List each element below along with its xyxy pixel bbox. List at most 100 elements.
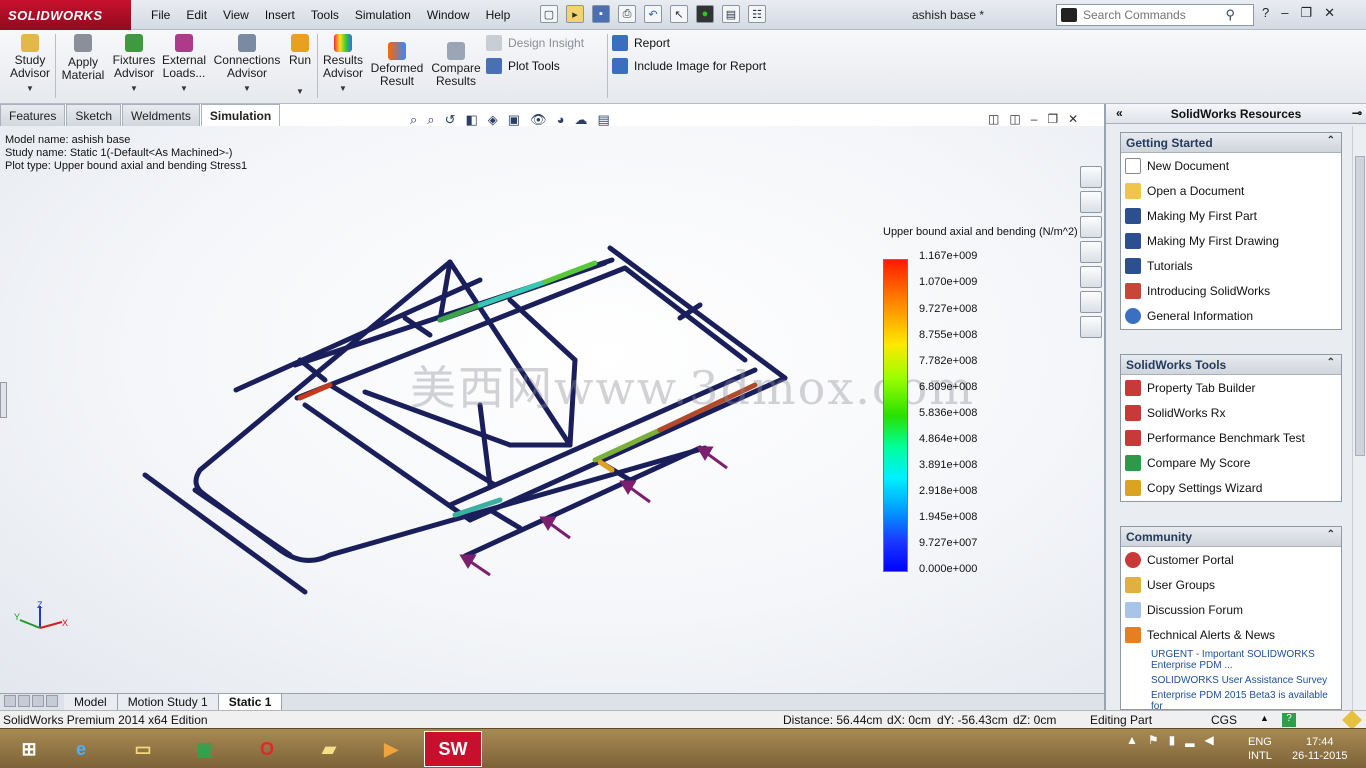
open-folder-icon[interactable]: ▸: [566, 5, 584, 23]
file-explorer-icon[interactable]: ▭: [114, 731, 172, 767]
last-tab-icon[interactable]: [46, 694, 58, 707]
restore-button[interactable]: ❐: [1300, 5, 1312, 21]
tab-sketch[interactable]: Sketch: [66, 104, 122, 126]
results-advisor-button[interactable]: Results Advisor ▼: [320, 34, 366, 95]
close-button[interactable]: ✕: [1324, 5, 1335, 21]
link-technical-alerts[interactable]: Technical Alerts & News: [1121, 622, 1341, 647]
rebuild-traffic-light-icon[interactable]: ●: [696, 5, 714, 23]
action-center-icon[interactable]: ⚑: [1148, 733, 1159, 747]
include-image-button[interactable]: Include Image for Report: [612, 58, 766, 74]
menu-tools[interactable]: Tools: [303, 8, 347, 22]
apply-material-button[interactable]: Apply Material: [60, 34, 106, 82]
opera-icon[interactable]: O: [238, 731, 296, 767]
report-button[interactable]: Report: [612, 35, 670, 51]
design-library-icon[interactable]: [1080, 216, 1102, 238]
network-icon[interactable]: ▂: [1185, 733, 1194, 747]
file-explorer-icon[interactable]: [1080, 241, 1102, 263]
search-icon[interactable]: ⚲: [1225, 7, 1235, 23]
plot-tools-button[interactable]: Plot Tools ▼: [486, 58, 620, 74]
undo-icon[interactable]: ↶: [644, 5, 662, 23]
new-document-icon[interactable]: ▢: [540, 5, 558, 23]
link-new-document[interactable]: New Document: [1121, 153, 1341, 178]
appearances-icon[interactable]: [1080, 291, 1102, 313]
viewport-close-button[interactable]: ✕: [1068, 112, 1078, 126]
fixtures-advisor-button[interactable]: Fixtures Advisor ▼: [110, 34, 158, 95]
link-property-tab-builder[interactable]: Property Tab Builder: [1121, 375, 1341, 400]
tab-weldments[interactable]: Weldments: [122, 104, 200, 126]
dropdown-arrow-icon[interactable]: ▼: [320, 82, 366, 95]
link-discussion-forum[interactable]: Discussion Forum: [1121, 597, 1341, 622]
file-properties-icon[interactable]: ▤: [722, 5, 740, 23]
task-pane-scrollbar[interactable]: [1352, 126, 1366, 710]
tray-expand-icon[interactable]: ▲: [1126, 733, 1138, 747]
design-insight-button[interactable]: Design Insight: [486, 35, 584, 51]
tab-model[interactable]: Model: [64, 693, 118, 711]
split-view-icon[interactable]: ◫: [988, 112, 999, 126]
link-first-drawing[interactable]: Making My First Drawing: [1121, 228, 1341, 253]
menu-view[interactable]: View: [215, 8, 257, 22]
news-link[interactable]: Enterprise PDM 2015 Beta3 is available f…: [1121, 688, 1341, 714]
link-user-groups[interactable]: User Groups: [1121, 572, 1341, 597]
collapse-icon[interactable]: ⌃: [1327, 529, 1335, 540]
search-input[interactable]: [1083, 8, 1223, 22]
collapse-icon[interactable]: ⌃: [1327, 357, 1335, 368]
windows-store-icon[interactable]: ▣: [176, 731, 234, 767]
compare-results-button[interactable]: Compare Results: [430, 34, 482, 88]
link-first-part[interactable]: Making My First Part: [1121, 203, 1341, 228]
search-commands-box[interactable]: ⚲: [1056, 4, 1254, 26]
link-introducing-solidworks[interactable]: Introducing SolidWorks: [1121, 278, 1341, 303]
resources-tab-icon[interactable]: [1080, 166, 1102, 188]
menu-simulation[interactable]: Simulation: [347, 8, 419, 22]
dropdown-arrow-icon[interactable]: ▼: [8, 82, 52, 95]
options-icon[interactable]: ☷: [748, 5, 766, 23]
system-clock[interactable]: 17:44 26-11-2015: [1292, 735, 1347, 763]
tab-static-study[interactable]: Static 1: [218, 693, 283, 711]
first-tab-icon[interactable]: [4, 694, 16, 707]
prev-tab-icon[interactable]: [18, 694, 30, 707]
run-button[interactable]: Run ▼: [286, 34, 314, 98]
feature-tree-expand-handle[interactable]: [0, 382, 7, 418]
volume-icon[interactable]: ◀: [1205, 733, 1214, 747]
link-general-information[interactable]: General Information: [1121, 303, 1341, 328]
select-cursor-icon[interactable]: ↖: [670, 5, 688, 23]
link-open-document[interactable]: Open a Document: [1121, 178, 1341, 203]
news-link[interactable]: URGENT - Important SOLIDWORKS Enterprise…: [1121, 647, 1341, 673]
link-benchmark-test[interactable]: Performance Benchmark Test: [1121, 425, 1341, 450]
external-loads-button[interactable]: External Loads... ▼: [160, 34, 208, 95]
link-views-icon[interactable]: ◫: [1009, 112, 1020, 126]
internet-explorer-icon[interactable]: e: [52, 731, 110, 767]
collapse-icon[interactable]: ⌃: [1327, 135, 1335, 146]
link-tutorials[interactable]: Tutorials: [1121, 253, 1341, 278]
tab-motion-study[interactable]: Motion Study 1: [117, 693, 219, 711]
pin-icon[interactable]: ⊸: [1352, 106, 1362, 120]
home-tab-icon[interactable]: [1080, 191, 1102, 213]
viewport-minimize-button[interactable]: –: [1031, 112, 1038, 126]
unit-system-selector[interactable]: CGS: [1211, 713, 1237, 727]
minimize-button[interactable]: –: [1281, 5, 1288, 21]
panel-header[interactable]: SolidWorks Tools ⌃: [1121, 355, 1341, 375]
link-copy-settings-wizard[interactable]: Copy Settings Wizard: [1121, 475, 1341, 500]
help-icon[interactable]: ?: [1262, 5, 1269, 21]
menu-file[interactable]: File: [143, 8, 178, 22]
study-advisor-button[interactable]: Study Advisor ▼: [8, 34, 52, 95]
link-solidworks-rx[interactable]: SolidWorks Rx: [1121, 400, 1341, 425]
battery-icon[interactable]: ▮: [1169, 733, 1176, 747]
next-tab-icon[interactable]: [32, 694, 44, 707]
help-status-icon[interactable]: ?: [1282, 713, 1296, 727]
connections-advisor-button[interactable]: Connections Advisor ▼: [212, 34, 282, 95]
dropdown-arrow-icon[interactable]: ▼: [110, 82, 158, 95]
collapse-pane-icon[interactable]: «: [1116, 106, 1123, 120]
tab-simulation[interactable]: Simulation: [200, 104, 281, 126]
menu-edit[interactable]: Edit: [178, 8, 215, 22]
tab-features[interactable]: Features: [0, 104, 66, 126]
units-up-arrow-icon[interactable]: ▲: [1260, 713, 1269, 723]
language-indicator[interactable]: ENG INTL: [1248, 735, 1272, 763]
viewport-restore-button[interactable]: ❐: [1047, 112, 1058, 126]
dropdown-arrow-icon[interactable]: ▼: [286, 85, 314, 98]
link-customer-portal[interactable]: Customer Portal: [1121, 547, 1341, 572]
solidworks-taskbar-icon[interactable]: SW: [424, 731, 482, 767]
view-palette-icon[interactable]: [1080, 266, 1102, 288]
deformed-result-button[interactable]: Deformed Result: [370, 34, 424, 88]
custom-properties-icon[interactable]: [1080, 316, 1102, 338]
tag-icon[interactable]: [1342, 710, 1362, 730]
